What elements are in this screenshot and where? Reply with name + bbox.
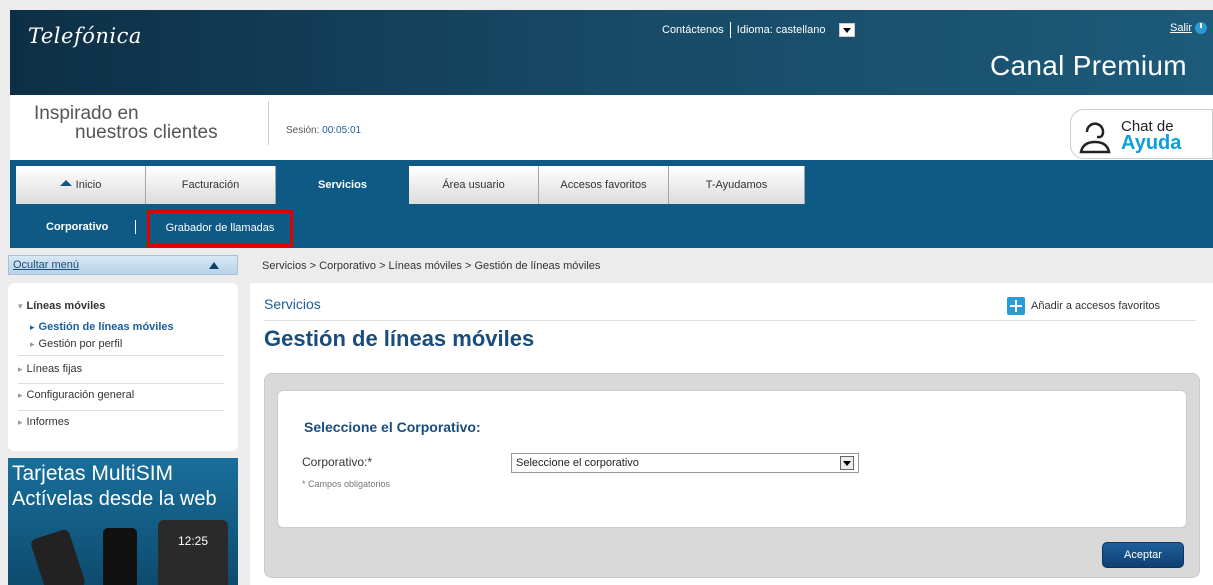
canal-premium-title: Canal Premium bbox=[990, 50, 1187, 81]
add-favorites-label[interactable]: Añadir a accesos favoritos bbox=[1031, 300, 1160, 312]
nav-tabs: Inicio Facturación Servicios Área usuari… bbox=[16, 166, 805, 204]
sidebar-item-label: Gestión por perfil bbox=[38, 338, 123, 350]
slogan-bar: Inspirado en nuestros clientes Sesión: 0… bbox=[10, 95, 1213, 160]
tablet-image bbox=[158, 520, 228, 585]
sidebar-item-informes[interactable]: ▸ Informes bbox=[18, 410, 224, 428]
sidebar-item-label: Gestión de líneas móviles bbox=[38, 321, 174, 333]
home-icon bbox=[59, 180, 72, 186]
tab-servicios[interactable]: Servicios bbox=[276, 166, 409, 204]
sub-nav: Corporativo Grabador de llamadas bbox=[10, 208, 1213, 248]
tab-inicio[interactable]: Inicio bbox=[16, 166, 146, 204]
sidebar-item-gestion-por-perfil[interactable]: ▸ Gestión por perfil bbox=[18, 338, 224, 350]
multisim-banner[interactable]: Tarjetas MultiSIM Actívelas desde la web… bbox=[8, 458, 238, 585]
sidebar-item-gestion-lineas-moviles[interactable]: ▸ Gestión de líneas móviles bbox=[18, 321, 224, 333]
slogan-line2: nuestros clientes bbox=[75, 122, 218, 143]
banner-subtitle: Actívelas desde la web bbox=[12, 488, 217, 510]
sidebar-item-configuracion-general[interactable]: ▸ Configuración general bbox=[18, 383, 224, 401]
chat-label-bold: Ayuda bbox=[1121, 132, 1182, 154]
form-heading: Seleccione el Corporativo: bbox=[304, 419, 481, 435]
chat-help-button[interactable]: Chat de Ayuda bbox=[1070, 109, 1213, 159]
expand-icon: ▾ bbox=[18, 301, 23, 311]
telefonica-logo[interactable]: Telefónica bbox=[28, 24, 142, 48]
corporativo-select-value: Seleccione el corporativo bbox=[516, 457, 639, 469]
page: Telefónica Contáctenos Idioma: castellan… bbox=[0, 0, 1213, 585]
corporativo-select[interactable]: Seleccione el corporativo bbox=[511, 453, 859, 473]
divider bbox=[268, 101, 269, 145]
contact-link[interactable]: Contáctenos bbox=[662, 24, 724, 36]
subnav-corporativo[interactable]: Corporativo bbox=[46, 221, 108, 233]
sidebar-item-lineas-fijas[interactable]: ▸ Líneas fijas bbox=[18, 355, 224, 375]
tab-t-ayudamos[interactable]: T-Ayudamos bbox=[669, 166, 805, 204]
tab-label: T-Ayudamos bbox=[705, 179, 768, 191]
main-content: Servicios Añadir a accesos favoritos Ges… bbox=[250, 283, 1213, 585]
divider bbox=[729, 22, 731, 38]
device-clock: 12:25 bbox=[178, 534, 209, 548]
form-box: Seleccione el Corporativo: Corporativo:*… bbox=[277, 390, 1187, 528]
tab-facturacion[interactable]: Facturación bbox=[146, 166, 276, 204]
bullet-icon: ▸ bbox=[18, 417, 23, 427]
tab-label: Área usuario bbox=[442, 179, 505, 191]
subnav-grabador-de-llamadas[interactable]: Grabador de llamadas bbox=[147, 210, 293, 247]
tab-label: Servicios bbox=[318, 179, 367, 191]
language-label: Idioma: bbox=[736, 24, 773, 36]
tab-label: Accesos favoritos bbox=[560, 179, 647, 191]
page-title: Gestión de líneas móviles bbox=[264, 326, 535, 351]
accept-button[interactable]: Aceptar bbox=[1102, 542, 1184, 568]
logout-link[interactable]: Salir bbox=[1170, 22, 1208, 34]
bullet-icon: ▸ bbox=[30, 322, 35, 332]
required-fields-note: * Campos obligatorios bbox=[302, 479, 391, 489]
tab-label: Inicio bbox=[75, 179, 102, 191]
banner-title: Tarjetas MultiSIM bbox=[12, 462, 174, 485]
chat-person-icon bbox=[1079, 122, 1111, 154]
language-value[interactable]: castellano bbox=[776, 24, 826, 36]
bullet-icon: ▸ bbox=[30, 339, 35, 349]
corporativo-label: Corporativo:* bbox=[302, 455, 373, 469]
divider bbox=[135, 220, 136, 234]
section-title: Servicios bbox=[264, 296, 321, 312]
divider bbox=[264, 320, 1196, 321]
session-value: 00:05:01 bbox=[322, 125, 362, 136]
collapse-arrow-icon[interactable] bbox=[209, 262, 219, 269]
logout-label[interactable]: Salir bbox=[1170, 22, 1192, 34]
sidebar-menu: ▾ Líneas móviles ▸ Gestión de líneas móvil… bbox=[8, 283, 238, 451]
sidebar-item-label: Configuración general bbox=[26, 389, 135, 401]
sidebar-item-lineas-moviles[interactable]: ▾ Líneas móviles bbox=[18, 300, 224, 312]
bullet-icon: ▸ bbox=[18, 364, 23, 374]
sidebar-item-label: Líneas móviles bbox=[26, 300, 106, 312]
tab-label: Facturación bbox=[181, 179, 240, 191]
power-icon[interactable] bbox=[1195, 22, 1208, 34]
session-timer: Sesión: 00:05:01 bbox=[286, 125, 361, 136]
phone-image bbox=[103, 528, 137, 585]
top-header: Telefónica Contáctenos Idioma: castellan… bbox=[10, 10, 1213, 95]
main-nav: Inicio Facturación Servicios Área usuari… bbox=[10, 160, 1213, 208]
phone-image bbox=[29, 528, 87, 585]
sidebar-item-label: Líneas fijas bbox=[26, 363, 83, 375]
form-panel: Seleccione el Corporativo: Corporativo:*… bbox=[264, 373, 1200, 578]
language-dropdown-icon[interactable] bbox=[839, 23, 856, 37]
chevron-down-icon[interactable] bbox=[840, 456, 854, 470]
session-label: Sesión: bbox=[286, 125, 320, 136]
breadcrumb: Servicios > Corporativo > Líneas móviles… bbox=[262, 260, 601, 272]
tab-area-usuario[interactable]: Área usuario bbox=[409, 166, 539, 204]
tab-accesos-favoritos[interactable]: Accesos favoritos bbox=[539, 166, 669, 204]
plus-icon[interactable] bbox=[1007, 297, 1025, 315]
top-links: Contáctenos Idioma: castellano bbox=[662, 22, 856, 38]
add-favorites-button[interactable]: Añadir a accesos favoritos bbox=[1007, 297, 1160, 315]
hide-menu-label[interactable]: Ocultar menú bbox=[13, 259, 79, 271]
bullet-icon: ▸ bbox=[18, 390, 23, 400]
hide-menu-toggle[interactable]: Ocultar menú bbox=[8, 255, 238, 275]
sidebar-item-label: Informes bbox=[26, 416, 70, 428]
